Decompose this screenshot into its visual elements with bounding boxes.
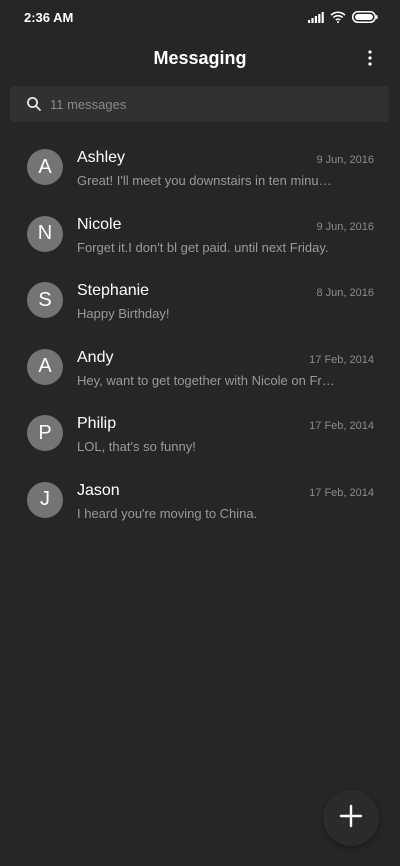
message-date: 17 Feb, 2014 <box>309 420 374 433</box>
app-header: Messaging <box>0 44 400 76</box>
avatar: P <box>27 415 63 452</box>
more-vertical-icon <box>368 49 372 71</box>
status-icons <box>308 10 378 28</box>
message-date: 17 Feb, 2014 <box>309 486 374 499</box>
contact-name: Andy <box>77 348 114 366</box>
contact-name: Jason <box>77 481 120 499</box>
battery-icon <box>352 10 378 28</box>
message-date: 8 Jun, 2016 <box>316 287 375 300</box>
contact-name: Nicole <box>77 215 122 233</box>
message-date: 9 Jun, 2016 <box>316 220 375 233</box>
message-date: 9 Jun, 2016 <box>316 154 375 166</box>
message-preview: I heard you're moving to China. <box>77 505 258 521</box>
avatar: J <box>27 481 63 518</box>
conversation-item[interactable]: P Philip 17 Feb, 2014 LOL, that's so fun… <box>0 400 400 467</box>
search-input[interactable] <box>48 95 352 113</box>
conversation-item[interactable]: S Stephanie 8 Jun, 2016 Happy Birthday! <box>0 267 400 334</box>
contact-name: Stephanie <box>77 282 150 300</box>
message-preview: Happy Birthday! <box>77 306 170 322</box>
contact-name: Philip <box>77 415 117 433</box>
status-bar: 2:36 AM <box>0 0 400 36</box>
search-icon <box>26 96 42 112</box>
signal-icon <box>308 10 324 28</box>
search-bar[interactable] <box>10 86 389 122</box>
avatar: A <box>27 348 63 385</box>
page-title: Messaging <box>153 48 247 68</box>
avatar: N <box>27 215 63 252</box>
conversation-item[interactable]: A Ashley 9 Jun, 2016 Great! I'll meet yo… <box>0 134 400 201</box>
contact-name: Ashley <box>77 149 126 166</box>
message-preview: Forget it.I don't bl get paid. until nex… <box>77 239 329 255</box>
message-date: 17 Feb, 2014 <box>309 353 374 366</box>
conversation-item[interactable]: A Andy 17 Feb, 2014 Hey, want to get tog… <box>0 334 400 401</box>
status-time: 2:36 AM <box>24 10 74 25</box>
conversation-list: A Ashley 9 Jun, 2016 Great! I'll meet yo… <box>0 134 400 534</box>
avatar: S <box>27 282 63 319</box>
new-message-button[interactable] <box>323 790 379 846</box>
message-preview: LOL, that's so funny! <box>77 439 196 455</box>
more-options-button[interactable] <box>358 48 382 72</box>
conversation-item[interactable]: J Jason 17 Feb, 2014 I heard you're movi… <box>0 467 400 534</box>
plus-icon <box>339 804 363 833</box>
message-preview: Hey, want to get together with Nicole on… <box>77 372 335 388</box>
message-preview: Great! I'll meet you downstairs in ten m… <box>77 173 335 188</box>
conversation-item[interactable]: N Nicole 9 Jun, 2016 Forget it.I don't b… <box>0 201 400 268</box>
wifi-icon <box>330 10 346 28</box>
avatar: A <box>27 149 63 185</box>
